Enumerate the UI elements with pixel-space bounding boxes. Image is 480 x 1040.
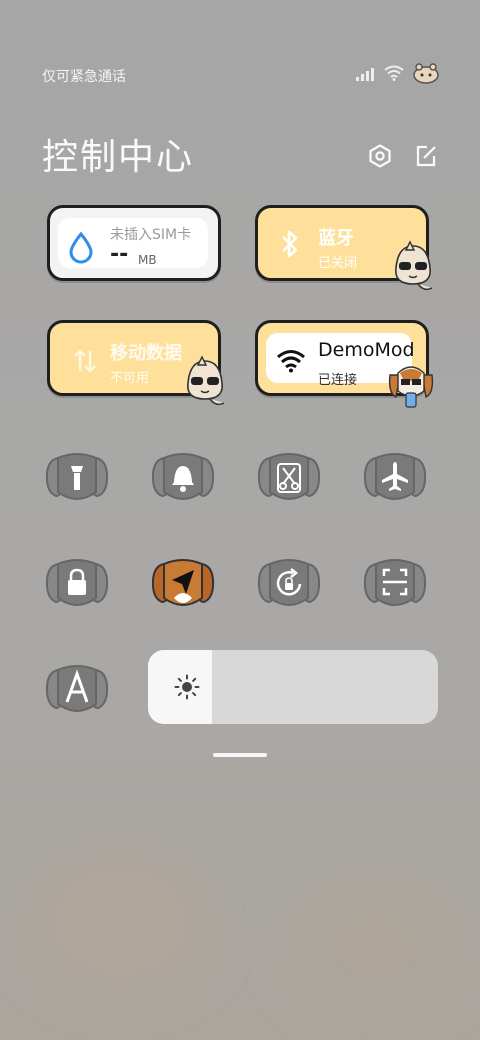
- settings-icon[interactable]: [368, 144, 392, 172]
- lock-icon: [45, 559, 109, 606]
- background-blob: [40, 860, 200, 980]
- header-actions: [368, 144, 438, 172]
- wifi-tile[interactable]: DemoMod 已连接: [255, 320, 434, 408]
- scanner-tile[interactable]: [362, 558, 428, 614]
- airplane-icon: [363, 453, 427, 500]
- bell-icon: [151, 453, 215, 500]
- cat-mascot-icon: [180, 355, 230, 415]
- scan-icon: [363, 559, 427, 606]
- rotate-lock-icon: [257, 559, 321, 606]
- background-blob: [300, 880, 450, 1000]
- battery-mascot-icon: [412, 62, 440, 88]
- data-arrows-icon: [72, 347, 98, 379]
- dog-mascot-icon: [384, 357, 438, 415]
- wifi-status-icon: [384, 65, 404, 85]
- bluetooth-status: 已关闭: [318, 256, 358, 271]
- bell-tile[interactable]: [150, 452, 216, 508]
- screenshot-scissors-icon: [257, 453, 321, 500]
- sim-card-tile[interactable]: 未插入SIM卡 -- MB: [47, 205, 221, 281]
- flashlight-icon: [45, 453, 109, 500]
- wifi-status: 已连接: [318, 373, 358, 388]
- airplane-mode-tile[interactable]: [362, 452, 428, 508]
- data-usage-unit: MB: [138, 253, 157, 267]
- bluetooth-icon: [278, 228, 302, 264]
- cat-mascot-icon: [388, 240, 438, 300]
- brightness-slider[interactable]: [148, 650, 438, 724]
- mobile-data-status: 不可用: [110, 371, 150, 386]
- status-icons: [356, 62, 440, 88]
- sim-label: 未插入SIM卡: [110, 227, 192, 243]
- auto-rotate-tile[interactable]: [256, 558, 322, 614]
- mobile-data-tile[interactable]: 移动数据 不可用: [47, 320, 225, 406]
- screenshot-tile[interactable]: [256, 452, 322, 508]
- auto-brightness-a-icon: [45, 665, 109, 712]
- water-drop-icon: [68, 231, 94, 268]
- wifi-icon: [276, 349, 306, 377]
- edit-icon[interactable]: [414, 144, 438, 172]
- location-arrow-icon: [151, 559, 215, 606]
- flashlight-tile[interactable]: [44, 452, 110, 508]
- signal-icon: [356, 66, 376, 85]
- sun-icon: [174, 674, 200, 704]
- drag-handle[interactable]: [213, 753, 267, 757]
- location-tile[interactable]: [150, 558, 216, 614]
- auto-brightness-tile[interactable]: [44, 664, 110, 720]
- lock-screen-tile[interactable]: [44, 558, 110, 614]
- mobile-data-label: 移动数据: [110, 343, 182, 364]
- data-usage-value: --: [110, 242, 129, 267]
- status-carrier: 仅可紧急通话: [42, 69, 126, 85]
- page-title: 控制中心: [42, 137, 195, 178]
- bluetooth-label: 蓝牙: [318, 228, 354, 249]
- bluetooth-tile[interactable]: 蓝牙 已关闭: [255, 205, 433, 291]
